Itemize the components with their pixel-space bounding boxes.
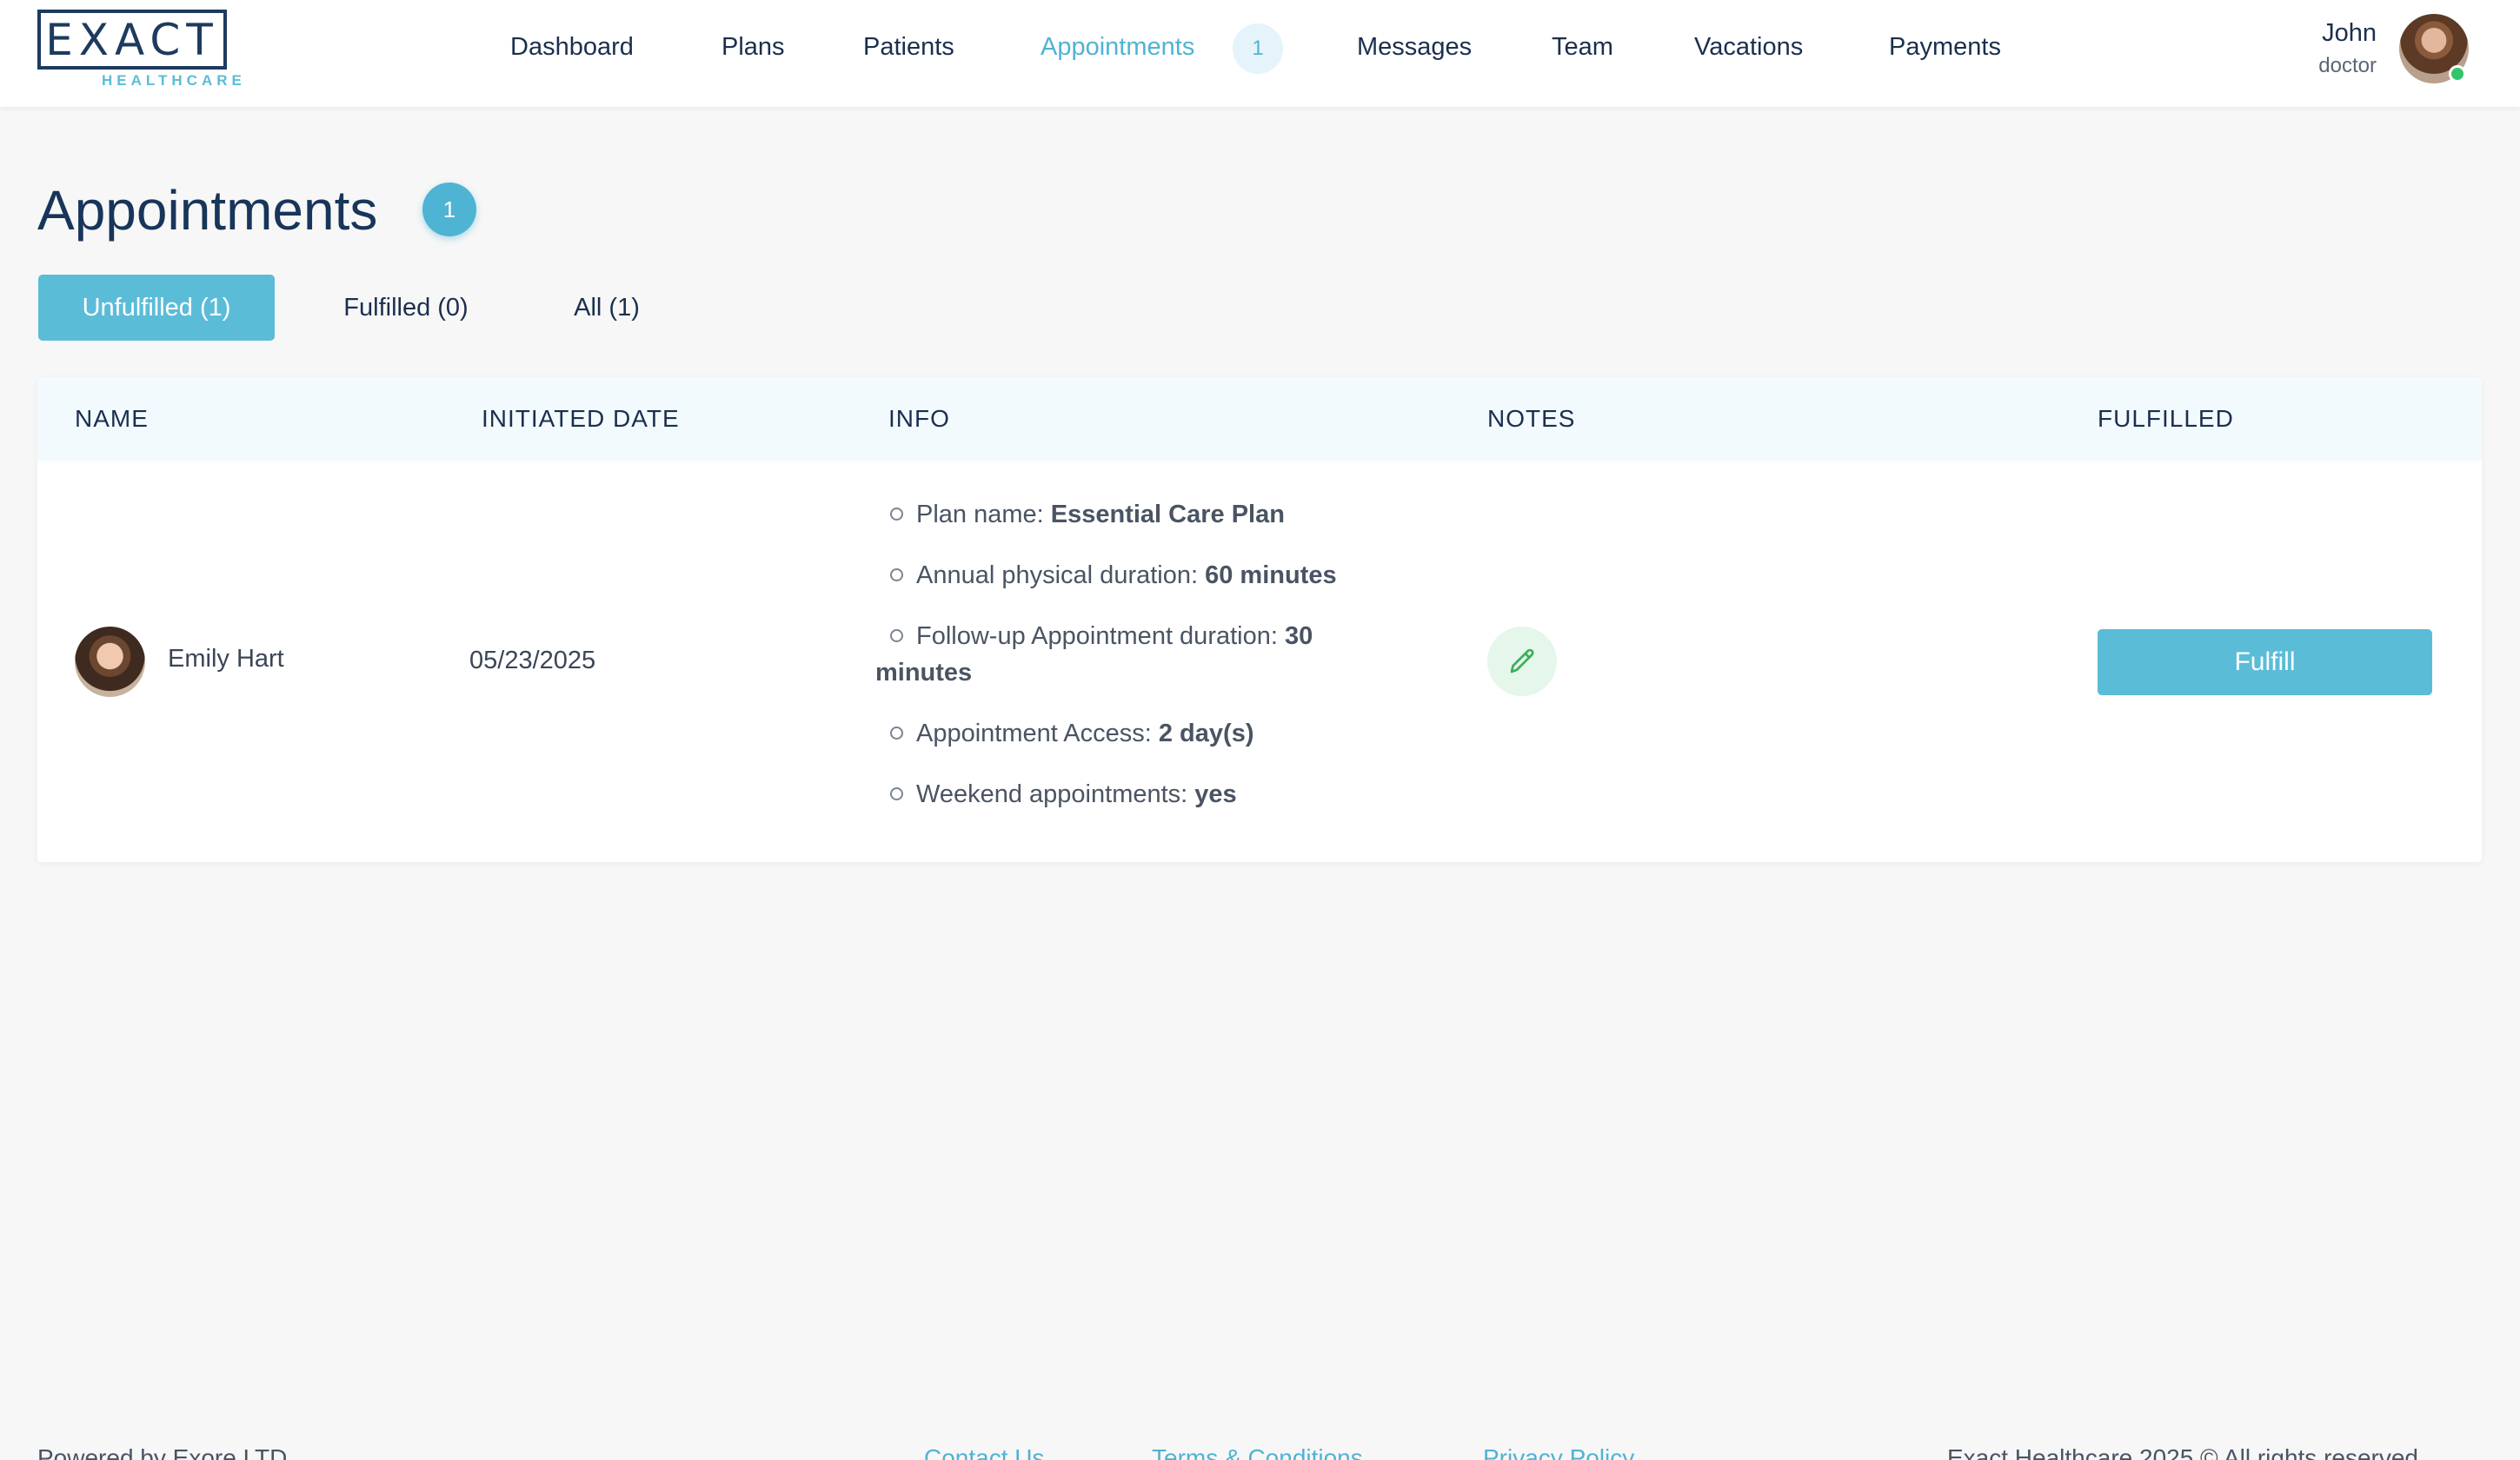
bullet-icon xyxy=(890,726,903,740)
info-label: Weekend appointments: xyxy=(916,780,1195,808)
bullet-icon xyxy=(890,567,903,581)
tab-unfulfilled[interactable]: Unfulfilled (1) xyxy=(38,275,275,341)
nav-item-dashboard[interactable]: Dashboard xyxy=(510,33,634,62)
top-navigation-bar: EXACT HEALTHCARE Dashboard Plans Patient… xyxy=(0,0,2520,107)
info-label: Plan name: xyxy=(916,501,1051,528)
initiated-date: 05/23/2025 xyxy=(469,647,596,674)
nav-item-team[interactable]: Team xyxy=(1552,33,1613,62)
info-label: Annual physical duration: xyxy=(916,561,1206,589)
appointments-count-badge: 1 xyxy=(1233,23,1283,74)
footer-powered-by: Powered by Exore LTD xyxy=(37,1444,288,1460)
patient-avatar xyxy=(75,627,145,697)
info-item-follow-up-duration: Follow-up Appointment duration: 30 xyxy=(890,618,1313,654)
column-header-notes: NOTES xyxy=(1487,405,1576,432)
appointments-table: NAME INITIATED DATE INFO NOTES FULFILLED… xyxy=(37,377,2482,862)
info-value: 2 day(s) xyxy=(1158,720,1254,747)
footer-copyright: Exact Healthcare 2025 © All rights reser… xyxy=(1947,1444,2419,1460)
patient-name[interactable]: Emily Hart xyxy=(168,645,284,674)
info-value: 30 xyxy=(1284,622,1313,650)
info-item-weekend-appointments: Weekend appointments: yes xyxy=(890,776,1237,813)
bullet-icon xyxy=(890,628,903,642)
bullet-icon xyxy=(890,786,903,800)
edit-notes-button[interactable] xyxy=(1487,627,1557,696)
column-header-initiated-date: INITIATED DATE xyxy=(482,405,680,432)
column-header-info: INFO xyxy=(888,405,950,432)
nav-item-payments[interactable]: Payments xyxy=(1889,33,2001,62)
nav-item-appointments[interactable]: Appointments xyxy=(1041,33,1194,62)
pencil-icon xyxy=(1510,648,1534,674)
info-item-follow-up-duration-cont: minutes xyxy=(875,654,972,691)
info-value: Essential Care Plan xyxy=(1050,501,1285,528)
bullet-icon xyxy=(890,507,903,521)
page-title: Appointments xyxy=(37,179,378,242)
info-label: Follow-up Appointment duration: xyxy=(916,622,1285,650)
info-value: 60 minutes xyxy=(1205,561,1337,589)
tab-all[interactable]: All (1) xyxy=(553,275,661,341)
info-value: minutes xyxy=(875,659,973,687)
fulfill-button[interactable]: Fulfill xyxy=(2098,629,2432,695)
column-header-fulfilled: FULFILLED xyxy=(2098,405,2234,432)
footer-link-terms-conditions[interactable]: Terms & Conditions xyxy=(1152,1444,1363,1460)
info-item-plan-name: Plan name: Essential Care Plan xyxy=(890,496,1285,533)
column-header-name: NAME xyxy=(75,405,149,432)
nav-item-messages[interactable]: Messages xyxy=(1357,33,1472,62)
info-item-appointment-access: Appointment Access: 2 day(s) xyxy=(890,715,1253,752)
user-role: doctor xyxy=(2318,54,2377,77)
user-name[interactable]: John xyxy=(2322,19,2377,48)
nav-item-vacations[interactable]: Vacations xyxy=(1694,33,1803,62)
footer-link-contact-us[interactable]: Contact Us xyxy=(924,1444,1045,1460)
page-title-count-badge: 1 xyxy=(422,182,476,236)
info-item-annual-physical-duration: Annual physical duration: 60 minutes xyxy=(890,557,1337,594)
main-nav: Dashboard Plans Patients Appointments 1 … xyxy=(0,0,2520,97)
nav-item-plans[interactable]: Plans xyxy=(721,33,785,62)
online-status-indicator xyxy=(2449,65,2466,83)
nav-item-patients[interactable]: Patients xyxy=(863,33,954,62)
info-label: Appointment Access: xyxy=(916,720,1159,747)
tab-fulfilled[interactable]: Fulfilled (0) xyxy=(315,275,497,341)
info-value: yes xyxy=(1194,780,1237,808)
table-header: NAME INITIATED DATE INFO NOTES FULFILLED xyxy=(37,377,2482,461)
footer-link-privacy-policy[interactable]: Privacy Policy xyxy=(1483,1444,1634,1460)
